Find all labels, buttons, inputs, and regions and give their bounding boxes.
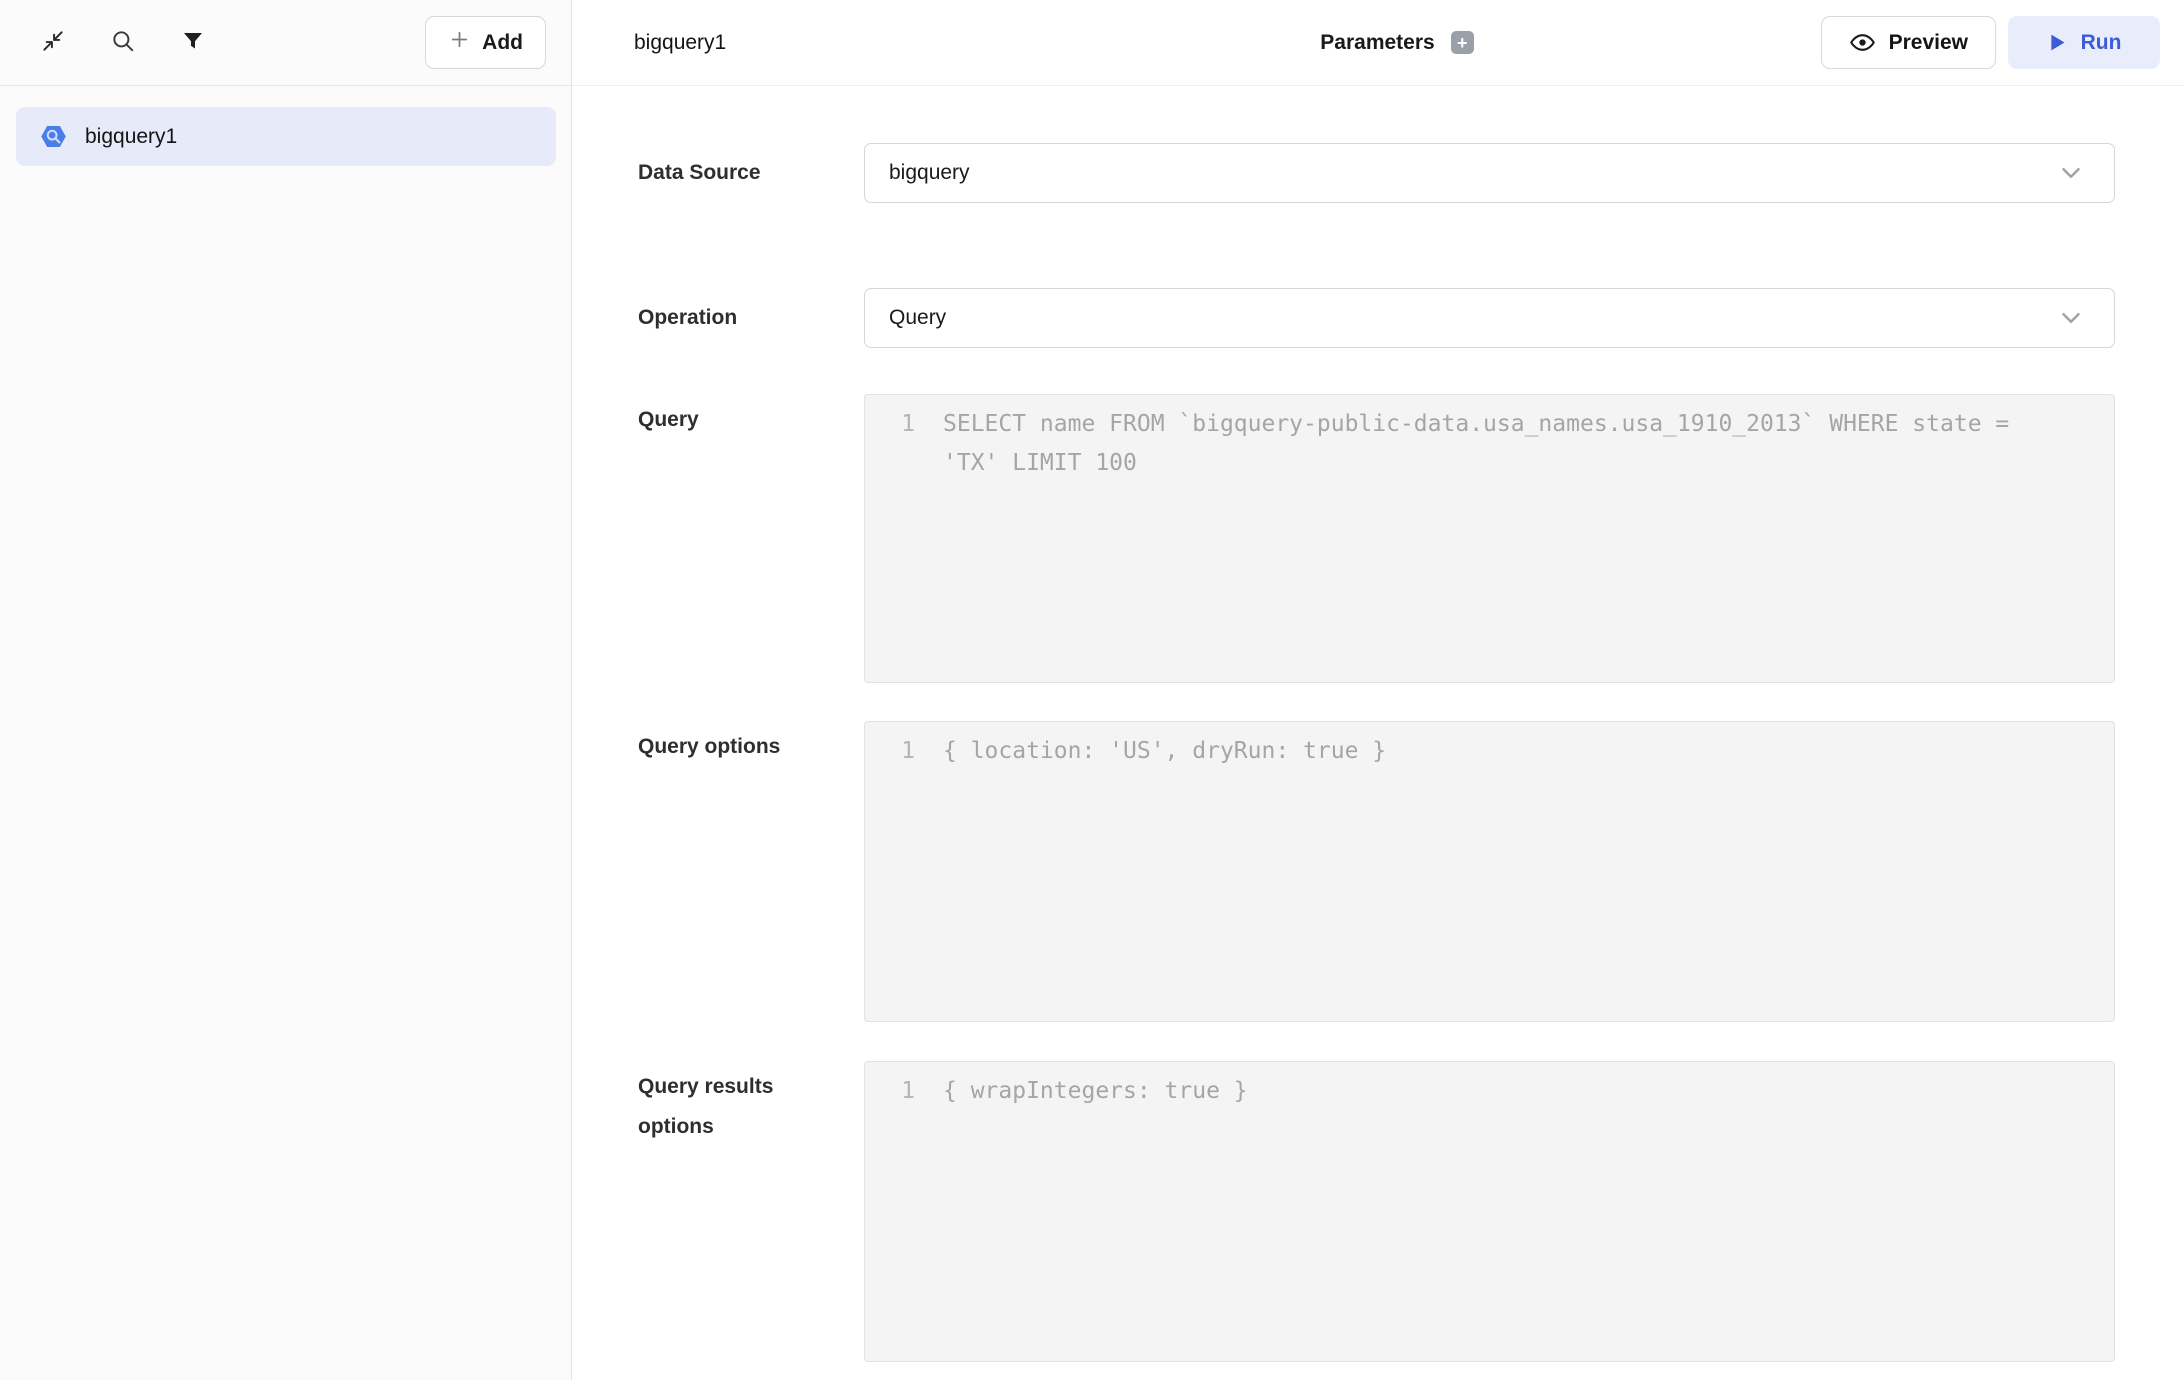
query-results-options-placeholder-text: { wrapIntegers: true }: [943, 1072, 2058, 1351]
query-label: Query: [638, 394, 864, 683]
parameters-label: Parameters: [1320, 31, 1434, 55]
query-results-options-code-editor[interactable]: 1 { wrapIntegers: true }: [864, 1061, 2115, 1362]
main-panel: bigquery1 Parameters + Preview: [572, 0, 2184, 1380]
query-results-options-row: Query results options 1 { wrapIntegers: …: [638, 1061, 2115, 1362]
main-header: bigquery1 Parameters + Preview: [572, 0, 2184, 86]
add-button-label: Add: [482, 31, 523, 55]
data-source-row: Data Source bigquery: [638, 143, 2115, 203]
preview-button-label: Preview: [1889, 31, 1968, 55]
plus-icon: +: [1457, 34, 1468, 52]
search-button[interactable]: [108, 28, 138, 58]
query-placeholder-text: SELECT name FROM `bigquery-public-data.u…: [943, 405, 2058, 672]
chevron-down-icon: [2056, 158, 2086, 188]
sidebar-header: Add: [0, 0, 571, 86]
sidebar: Add bigquery1: [0, 0, 572, 1380]
eye-icon: [1849, 29, 1876, 56]
filter-icon: [181, 29, 205, 56]
filter-button[interactable]: [178, 28, 208, 58]
collapse-icon: [40, 28, 66, 57]
run-button-label: Run: [2081, 31, 2122, 55]
add-query-button[interactable]: Add: [425, 16, 546, 69]
query-options-row: Query options 1 { location: 'US', dryRun…: [638, 721, 2115, 1022]
run-button[interactable]: Run: [2008, 16, 2160, 69]
operation-value: Query: [889, 306, 946, 330]
operation-label: Operation: [638, 298, 864, 338]
bigquery-icon: [40, 123, 67, 150]
query-form: Data Source bigquery Operation Query: [572, 86, 2184, 1380]
query-list: bigquery1: [0, 86, 571, 166]
query-options-placeholder-text: { location: 'US', dryRun: true }: [943, 732, 2058, 1011]
query-row: Query 1 SELECT name FROM `bigquery-publi…: [638, 394, 2115, 683]
line-number: 1: [865, 1072, 943, 1351]
line-number: 1: [865, 405, 943, 672]
play-icon: [2047, 32, 2068, 53]
app-root: Add bigquery1 bigquery1: [0, 0, 2184, 1380]
query-item-label: bigquery1: [85, 125, 177, 149]
data-source-value: bigquery: [889, 161, 970, 185]
search-icon: [110, 28, 136, 57]
query-list-item-bigquery1[interactable]: bigquery1: [16, 107, 556, 166]
line-number: 1: [865, 732, 943, 1011]
page-title: bigquery1: [634, 31, 726, 55]
query-results-options-label: Query results options: [638, 1061, 864, 1362]
query-options-label: Query options: [638, 721, 864, 1022]
add-parameter-button[interactable]: +: [1451, 31, 1474, 54]
operation-select[interactable]: Query: [864, 288, 2115, 348]
query-options-code-editor[interactable]: 1 { location: 'US', dryRun: true }: [864, 721, 2115, 1022]
preview-button[interactable]: Preview: [1821, 16, 1996, 69]
data-source-label: Data Source: [638, 153, 864, 193]
collapse-panel-button[interactable]: [38, 28, 68, 58]
query-code-editor[interactable]: 1 SELECT name FROM `bigquery-public-data…: [864, 394, 2115, 683]
plus-icon: [448, 28, 471, 57]
chevron-down-icon: [2056, 303, 2086, 333]
data-source-select[interactable]: bigquery: [864, 143, 2115, 203]
operation-row: Operation Query: [638, 288, 2115, 348]
